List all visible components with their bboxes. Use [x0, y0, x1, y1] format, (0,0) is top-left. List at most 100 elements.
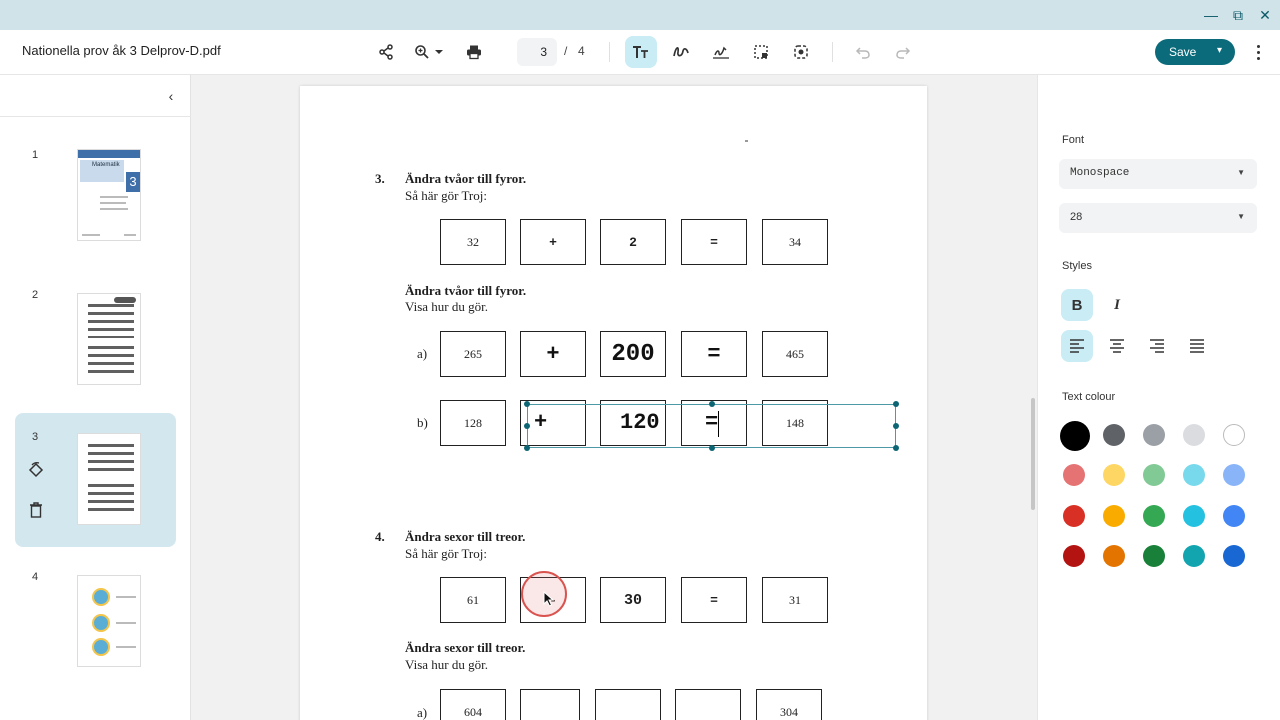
resize-handle[interactable]	[524, 445, 530, 451]
colour-swatch[interactable]	[1063, 545, 1085, 567]
thumbnail-image	[77, 433, 141, 525]
restore-button[interactable]: ⧉	[1229, 6, 1247, 24]
thumbnail-number: 1	[32, 149, 39, 161]
colour-swatch[interactable]	[1183, 464, 1205, 486]
answer-box[interactable]: 200	[600, 331, 666, 377]
question-subtitle: Så här gör Troj:	[405, 188, 487, 203]
text-box-content[interactable]: +	[534, 410, 547, 435]
answer-box: 2	[600, 219, 666, 265]
colour-swatch[interactable]	[1103, 545, 1125, 567]
answer-box: 34	[762, 219, 828, 265]
select-area-button[interactable]	[745, 36, 777, 68]
window-title-bar: — ⧉ ✕	[0, 0, 1280, 30]
resize-handle[interactable]	[524, 423, 530, 429]
cover-title: Matematik	[80, 160, 124, 182]
answer-box: 128	[440, 400, 506, 446]
collapse-sidebar-button[interactable]: ‹	[162, 87, 180, 105]
colour-swatch[interactable]	[1143, 424, 1165, 446]
colour-swatch[interactable]	[1183, 505, 1205, 527]
colour-swatch[interactable]	[1143, 464, 1165, 486]
signature-tool-button[interactable]	[705, 36, 737, 68]
colour-swatch[interactable]	[1103, 464, 1125, 486]
answer-box: 604	[440, 689, 506, 720]
colour-swatch[interactable]	[1063, 464, 1085, 486]
colour-swatch[interactable]	[1223, 464, 1245, 486]
answer-box[interactable]: =	[681, 331, 747, 377]
print-button[interactable]	[458, 36, 490, 68]
text-tool-button[interactable]	[625, 36, 657, 68]
thumbnail-page-3[interactable]: 3	[15, 413, 176, 547]
thumbnail-page-2[interactable]: 2	[15, 281, 176, 415]
resize-handle[interactable]	[524, 401, 530, 407]
resize-handle[interactable]	[893, 445, 899, 451]
font-family-select[interactable]: Monospace ▼	[1059, 159, 1257, 189]
pdf-page: 3. Ändra tvåor till fyror. Så här gör Tr…	[300, 86, 927, 720]
colour-swatch[interactable]	[1223, 505, 1245, 527]
chevron-down-icon: ▼	[1237, 168, 1245, 177]
resize-handle[interactable]	[709, 445, 715, 451]
answer-box	[675, 689, 741, 720]
answer-box: 30	[600, 577, 666, 623]
lasso-tool-button[interactable]	[785, 36, 817, 68]
colour-swatch[interactable]	[1223, 545, 1245, 567]
chevron-down-icon: ▼	[1237, 212, 1245, 221]
added-text[interactable]: =	[707, 342, 720, 367]
colour-swatch[interactable]	[1183, 545, 1205, 567]
colour-swatch[interactable]	[1103, 424, 1125, 446]
colour-swatch[interactable]	[1183, 424, 1205, 446]
colour-swatch[interactable]	[1143, 505, 1165, 527]
text-colour-label: Text colour	[1062, 391, 1116, 403]
added-text[interactable]: 200	[611, 341, 654, 368]
delete-page-button[interactable]	[27, 501, 45, 519]
more-options-button[interactable]	[1248, 42, 1268, 62]
answer-box	[520, 689, 580, 720]
thumbnail-sidebar: ‹ 1 Matematik 3 2 3 4	[0, 75, 191, 720]
undo-button[interactable]	[847, 36, 879, 68]
align-right-button[interactable]	[1141, 330, 1173, 362]
bold-button[interactable]: B	[1061, 289, 1093, 321]
colour-swatch[interactable]	[1223, 424, 1245, 446]
share-button[interactable]	[370, 36, 402, 68]
question-title: Ändra tvåor till fyror.	[405, 171, 527, 186]
share-icon	[379, 44, 393, 60]
colour-swatch[interactable]	[1103, 505, 1125, 527]
resize-handle[interactable]	[709, 401, 715, 407]
colour-swatch[interactable]	[1063, 505, 1085, 527]
align-center-button[interactable]	[1101, 330, 1133, 362]
italic-button[interactable]: I	[1101, 289, 1133, 321]
font-size-select[interactable]: 28 ▼	[1059, 203, 1257, 233]
resize-handle[interactable]	[893, 401, 899, 407]
align-justify-button[interactable]	[1181, 330, 1213, 362]
thumbnail-page-1[interactable]: 1 Matematik 3	[15, 141, 176, 275]
answer-box: 465	[762, 331, 828, 377]
colour-swatch[interactable]	[1143, 545, 1165, 567]
colour-swatch[interactable]	[1060, 421, 1090, 451]
zoom-in-icon	[415, 45, 429, 59]
answer-box: 32	[440, 219, 506, 265]
draw-tool-button[interactable]	[665, 36, 697, 68]
text-box-content[interactable]: =	[705, 410, 718, 435]
redo-icon	[896, 47, 911, 59]
page-number-input[interactable]: 3	[517, 38, 557, 66]
save-button-label: Save	[1169, 45, 1197, 59]
thumbnail-page-4[interactable]: 4	[15, 561, 176, 695]
rotate-icon	[28, 462, 44, 478]
zoom-button[interactable]	[408, 36, 450, 68]
close-window-button[interactable]: ✕	[1256, 6, 1274, 24]
rotate-page-button[interactable]	[27, 461, 45, 479]
thumbnail-number: 2	[32, 289, 39, 301]
save-menu-caret[interactable]: ▾	[1217, 45, 1222, 56]
align-left-button[interactable]	[1061, 330, 1093, 362]
thumbnail-image	[77, 293, 141, 385]
redo-button[interactable]	[887, 36, 919, 68]
answer-box	[595, 689, 661, 720]
align-center-icon	[1110, 339, 1124, 353]
minimize-button[interactable]: —	[1202, 6, 1220, 24]
workspace-scrollbar[interactable]	[1031, 398, 1035, 510]
answer-box[interactable]: +	[520, 331, 586, 377]
resize-handle[interactable]	[893, 423, 899, 429]
added-text[interactable]: +	[546, 342, 559, 367]
answer-box: 265	[440, 331, 506, 377]
save-button[interactable]: Save ▾	[1155, 39, 1235, 65]
text-box-content[interactable]: 120	[620, 410, 660, 435]
